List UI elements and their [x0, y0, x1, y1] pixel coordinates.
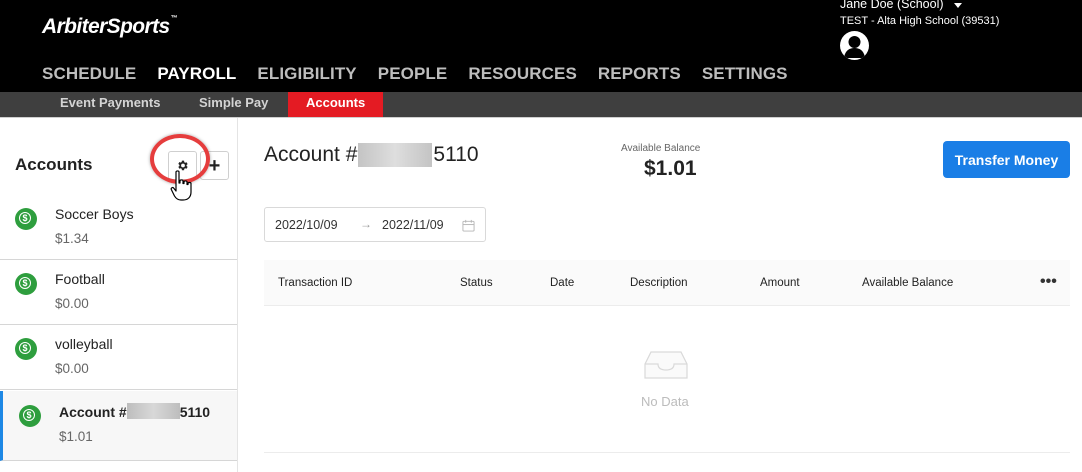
- dollar-circle-icon: [15, 338, 37, 360]
- end-date-input[interactable]: 2022/11/09: [382, 218, 444, 232]
- empty-state-text: No Data: [641, 394, 689, 409]
- caret-down-icon[interactable]: [953, 2, 962, 8]
- transactions-table-header: Transaction ID Status Date Description A…: [264, 260, 1070, 306]
- arbitersports-logo[interactable]: ArbiterSports™: [42, 15, 178, 39]
- account-amount: $0.00: [55, 361, 89, 376]
- user-name-label: Jane Doe (School): [840, 0, 944, 11]
- more-options-icon[interactable]: •••: [1040, 273, 1057, 291]
- top-header: ArbiterSports™ Jane Doe (School) TEST - …: [0, 0, 1082, 92]
- account-amount: $1.01: [59, 429, 93, 444]
- col-status[interactable]: Status: [460, 277, 493, 289]
- divider: [264, 452, 1070, 453]
- account-amount: $1.34: [55, 231, 89, 246]
- account-item-football[interactable]: Football $0.00: [0, 261, 237, 325]
- account-name: volleyball: [55, 336, 113, 352]
- nav-reports[interactable]: REPORTS: [598, 64, 681, 84]
- user-name[interactable]: Jane Doe (School): [840, 0, 999, 11]
- date-range-picker[interactable]: 2022/10/09 → 2022/11/09: [264, 207, 486, 242]
- arrow-right-icon: →: [360, 217, 372, 231]
- account-name-suffix: 5110: [179, 404, 211, 420]
- col-description[interactable]: Description: [630, 277, 688, 289]
- user-silhouette-icon: [844, 36, 865, 58]
- title-suffix: 5110: [433, 143, 479, 166]
- school-name: TEST - Alta High School (39531): [840, 15, 1000, 27]
- accounts-sidebar: Accounts + Soccer Boys $1.34 Football $0…: [0, 118, 238, 472]
- col-date[interactable]: Date: [550, 277, 574, 289]
- account-detail: Account # 5110 Available Balance $1.01 Tr…: [239, 118, 1082, 472]
- main-nav: SCHEDULE PAYROLL ELIGIBILITY PEOPLE RESO…: [42, 64, 788, 84]
- col-amount[interactable]: Amount: [760, 277, 800, 289]
- sub-nav: Event Payments Simple Pay Accounts: [0, 92, 1082, 117]
- add-account-button[interactable]: +: [200, 151, 229, 180]
- col-available-balance[interactable]: Available Balance: [862, 277, 953, 289]
- available-balance-value: $1.01: [644, 157, 697, 180]
- start-date-input[interactable]: 2022/10/09: [275, 218, 338, 232]
- plus-icon: +: [208, 154, 221, 177]
- nav-eligibility[interactable]: ELIGIBILITY: [257, 64, 356, 84]
- subnav-simple-pay[interactable]: Simple Pay: [199, 92, 268, 117]
- calendar-icon: [462, 219, 475, 232]
- page-title: Account # 5110: [264, 143, 479, 167]
- account-item-volleyball[interactable]: volleyball $0.00: [0, 326, 237, 390]
- redacted-number: [358, 143, 433, 167]
- avatar[interactable]: [840, 31, 869, 60]
- account-name: Soccer Boys: [55, 206, 134, 222]
- col-transaction-id[interactable]: Transaction ID: [278, 277, 352, 289]
- account-name: Account # 5110: [59, 403, 210, 420]
- nav-settings[interactable]: SETTINGS: [702, 64, 788, 84]
- nav-schedule[interactable]: SCHEDULE: [42, 64, 136, 84]
- nav-payroll[interactable]: PAYROLL: [157, 64, 236, 84]
- account-amount: $0.00: [55, 296, 89, 311]
- dollar-circle-icon: [15, 273, 37, 295]
- nav-resources[interactable]: RESOURCES: [468, 64, 577, 84]
- dollar-circle-icon: [15, 208, 37, 230]
- available-balance-label: Available Balance: [621, 143, 701, 154]
- account-name: Football: [55, 271, 105, 287]
- account-item-soccer-boys[interactable]: Soccer Boys $1.34: [0, 196, 237, 260]
- title-prefix: Account #: [264, 143, 358, 166]
- gear-icon: [178, 160, 188, 171]
- nav-people[interactable]: PEOPLE: [378, 64, 448, 84]
- user-menu[interactable]: Jane Doe (School) TEST - Alta High Schoo…: [840, 0, 999, 27]
- account-name-prefix: Account #: [59, 404, 127, 420]
- subnav-accounts[interactable]: Accounts: [288, 92, 384, 117]
- subnav-event-payments[interactable]: Event Payments: [60, 92, 160, 117]
- transfer-money-button[interactable]: Transfer Money: [943, 141, 1070, 178]
- account-settings-button[interactable]: [168, 151, 197, 180]
- account-item-5110[interactable]: Account # 5110 $1.01: [0, 391, 237, 461]
- dollar-circle-icon: [19, 405, 41, 427]
- redacted-number: [126, 403, 180, 419]
- empty-inbox-icon: [644, 351, 688, 379]
- sidebar-title: Accounts: [15, 155, 93, 174]
